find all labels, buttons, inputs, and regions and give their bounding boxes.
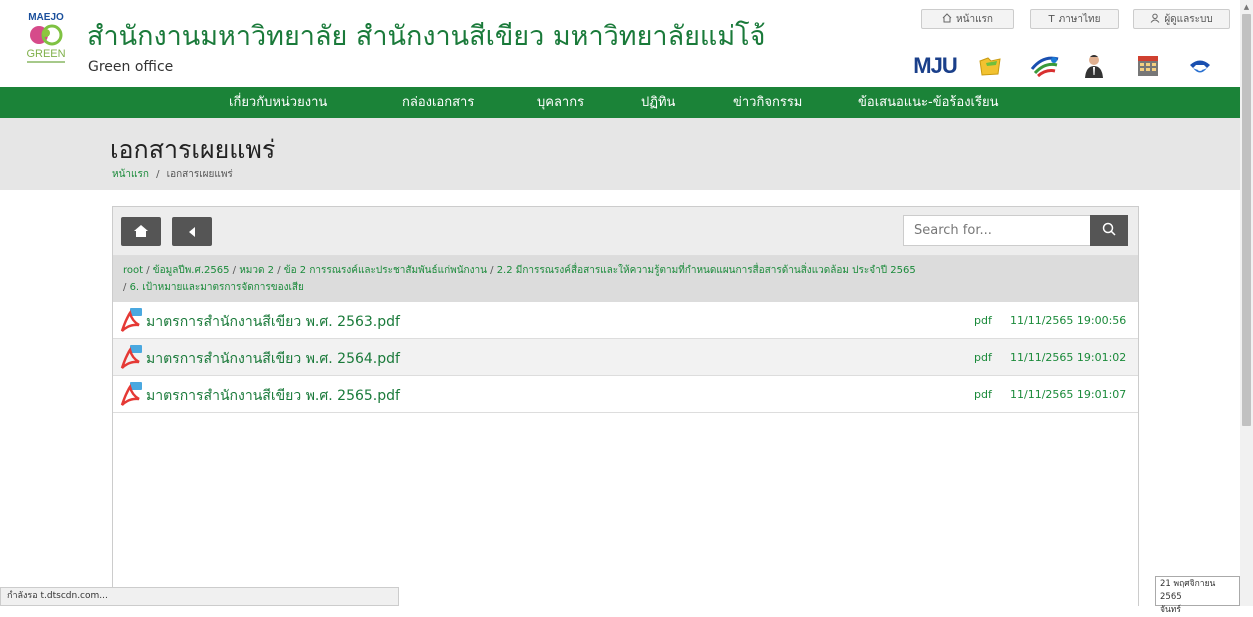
file-name[interactable]: มาตรการสำนักงานสีเขียว พ.ศ. 2563.pdf: [146, 311, 400, 333]
calendar-icon[interactable]: [1135, 53, 1161, 79]
phone-icon[interactable]: [1187, 53, 1213, 79]
nav-item-calendar[interactable]: ปฏิทิน: [641, 87, 675, 118]
site-title: สำนักงานมหาวิทยาลัย สำนักงานสีเขียว มหาว…: [87, 21, 766, 52]
file-type: pdf: [974, 388, 992, 401]
nav-item-documents[interactable]: กล่องเอกสาร: [402, 87, 474, 118]
date-tooltip-date: 21 พฤศจิกายน 2565: [1160, 579, 1216, 602]
folder-path: root / ข้อมูลปีพ.ศ.2565 / หมวด 2 / ข้อ 2…: [113, 256, 1138, 302]
svg-text:GREEN: GREEN: [26, 48, 65, 60]
file-type: pdf: [974, 351, 992, 364]
path-segment-item[interactable]: ข้อ 2 การรณรงค์และประชาสัมพันธ์แก่พนักงา…: [284, 265, 487, 276]
home-button-label: หน้าแรก: [956, 13, 993, 25]
page-scrollbar[interactable]: ▲: [1240, 0, 1253, 606]
scroll-up-arrow-icon[interactable]: ▲: [1240, 0, 1253, 13]
path-segment-year[interactable]: ข้อมูลปีพ.ศ.2565: [153, 265, 230, 276]
search-button[interactable]: [1090, 215, 1128, 246]
scrollbar-thumb[interactable]: [1242, 14, 1251, 426]
person-icon[interactable]: [1081, 53, 1107, 79]
nav-item-feedback[interactable]: ข้อเสนอแนะ-ข้อร้องเรียน: [858, 87, 998, 118]
language-button[interactable]: T ภาษาไทย: [1030, 9, 1119, 29]
file-row[interactable]: มาตรการสำนักงานสีเขียว พ.ศ. 2563.pdf pdf…: [113, 302, 1138, 339]
file-date: 11/11/2565 19:01:07: [1010, 388, 1127, 401]
breadcrumb-home-link[interactable]: หน้าแรก: [112, 169, 149, 180]
admin-button[interactable]: ผู้ดูแลระบบ: [1133, 9, 1230, 29]
path-segment-category[interactable]: หมวด 2: [239, 265, 274, 276]
site-header: MAEJO GREEN สำนักงานมหาวิทยาลัย สำนักงาน…: [0, 0, 1240, 87]
root-home-button[interactable]: [121, 217, 161, 246]
search-box: [903, 215, 1128, 246]
nav-item-staff[interactable]: บุคลากร: [537, 87, 584, 118]
main-nav: เกี่ยวกับหน่วยงาน กล่องเอกสาร บุคลากร ปฏ…: [0, 87, 1240, 118]
page-title: เอกสารเผยแพร่: [110, 135, 276, 164]
folder-icon[interactable]: [977, 53, 1003, 79]
path-segment-subitem[interactable]: 2.2 มีการรณรงค์สื่อสารและให้ความรู้ตามที…: [497, 265, 916, 276]
maejo-green-logo[interactable]: MAEJO GREEN: [21, 9, 71, 67]
home-button[interactable]: หน้าแรก: [921, 9, 1014, 29]
path-segment-root[interactable]: root: [123, 265, 143, 276]
file-browser: root / ข้อมูลปีพ.ศ.2565 / หมวด 2 / ข้อ 2…: [112, 206, 1139, 606]
breadcrumb-separator: /: [156, 169, 160, 180]
browser-status-bar: กำลังรอ t.dtscdn.com...: [0, 587, 399, 606]
path-segment-current[interactable]: 6. เป้าหมายและมาตรการจัดการของเสีย: [130, 282, 304, 293]
file-date: 11/11/2565 19:01:02: [1010, 351, 1127, 364]
page-heading: เอกสารเผยแพร่ หน้าแรก / เอกสารเผยแพร่: [0, 118, 1240, 190]
pdf-file-icon: [117, 381, 145, 407]
file-row[interactable]: มาตรการสำนักงานสีเขียว พ.ศ. 2565.pdf pdf…: [113, 376, 1138, 413]
file-type: pdf: [974, 314, 992, 327]
pdf-file-icon: [117, 344, 145, 370]
date-tooltip: 21 พฤศจิกายน 2565 จันทร์: [1155, 576, 1240, 615]
breadcrumb: หน้าแรก / เอกสารเผยแพร่: [112, 167, 233, 182]
home-icon: [134, 222, 148, 241]
back-button[interactable]: [172, 217, 212, 246]
file-name[interactable]: มาตรการสำนักงานสีเขียว พ.ศ. 2564.pdf: [146, 348, 400, 370]
admin-button-label: ผู้ดูแลระบบ: [1164, 13, 1213, 25]
breadcrumb-current: เอกสารเผยแพร่: [166, 169, 233, 180]
search-icon: [1102, 221, 1116, 240]
site-subtitle: Green office: [88, 59, 174, 75]
file-name[interactable]: มาตรการสำนักงานสีเขียว พ.ศ. 2565.pdf: [146, 385, 400, 407]
text-icon: T: [1048, 13, 1055, 25]
search-input[interactable]: [903, 215, 1090, 246]
mju-logo-text: MJU: [913, 53, 957, 78]
file-row[interactable]: มาตรการสำนักงานสีเขียว พ.ศ. 2564.pdf pdf…: [113, 339, 1138, 376]
file-date: 11/11/2565 19:00:56: [1010, 314, 1127, 327]
file-browser-toolbar: [113, 207, 1138, 256]
nav-item-news[interactable]: ข่าวกิจกรรม: [733, 87, 802, 118]
svg-text:MAEJO: MAEJO: [28, 12, 64, 23]
back-arrow-icon: [188, 222, 196, 241]
network-icon[interactable]: [1029, 53, 1061, 79]
mju-logo-icon[interactable]: MJU: [913, 53, 957, 79]
user-icon: [1150, 13, 1160, 26]
pdf-file-icon: [117, 307, 145, 333]
nav-item-about[interactable]: เกี่ยวกับหน่วยงาน: [229, 87, 327, 118]
home-icon: [942, 12, 952, 26]
language-button-label: ภาษาไทย: [1058, 13, 1101, 25]
